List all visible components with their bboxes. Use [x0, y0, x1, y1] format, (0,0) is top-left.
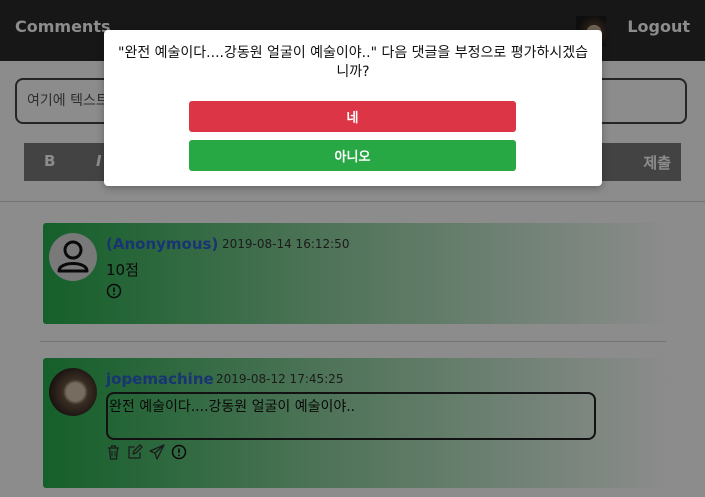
- confirm-no-button[interactable]: 아니오: [189, 140, 516, 171]
- dialog-message: "완전 예술이다....강동원 얼굴이 예술이야.." 다음 댓글을 부정으로 …: [118, 45, 589, 80]
- confirm-yes-button[interactable]: 네: [189, 101, 516, 132]
- confirm-dialog: "완전 예술이다....강동원 얼굴이 예술이야.." 다음 댓글을 부정으로 …: [104, 30, 602, 186]
